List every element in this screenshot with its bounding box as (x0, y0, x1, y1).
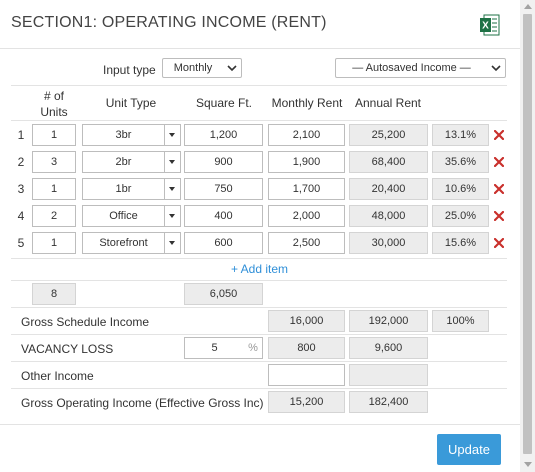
chevron-down-icon (491, 65, 501, 72)
input-type-label: Input type (103, 63, 156, 77)
divider (11, 334, 507, 335)
divider (11, 120, 507, 121)
col-annual-rent-header: Annual Rent (354, 96, 422, 110)
autosaved-income-value: — Autosaved Income — (352, 62, 471, 74)
add-item-link[interactable]: + Add item (231, 262, 288, 276)
chevron-down-icon (227, 65, 237, 72)
divider (11, 388, 507, 389)
vacancy-annual: 9,600 (349, 337, 428, 359)
delete-row-icon[interactable] (494, 184, 504, 194)
annual-rent-value: 20,400 (349, 178, 428, 200)
units-input[interactable]: 1 (32, 232, 76, 254)
footer-divider (0, 424, 520, 425)
other-income-label: Other Income (21, 369, 94, 383)
gross-schedule-pct: 100% (432, 310, 489, 332)
sqft-input[interactable]: 750 (184, 178, 263, 200)
rent-share-pct: 13.1% (432, 124, 489, 146)
update-button[interactable]: Update (437, 434, 501, 465)
divider (11, 280, 507, 281)
sqft-input[interactable]: 1,200 (184, 124, 263, 146)
monthly-rent-input[interactable]: 1,900 (268, 151, 345, 173)
delete-row-icon[interactable] (494, 238, 504, 248)
unit-type-dropdown-caret-icon[interactable] (165, 124, 181, 146)
section-title: SECTION1: OPERATING INCOME (RENT) (11, 14, 327, 31)
sqft-input[interactable]: 400 (184, 205, 263, 227)
col-sqft-header: Square Ft. (195, 96, 253, 110)
units-input[interactable]: 3 (32, 151, 76, 173)
svg-text:X: X (482, 21, 489, 32)
gross-schedule-monthly: 16,000 (268, 310, 345, 332)
annual-rent-value: 68,400 (349, 151, 428, 173)
autosaved-income-select[interactable]: — Autosaved Income — (335, 58, 506, 78)
col-unit-type-header: Unit Type (105, 96, 157, 110)
input-type-value: Monthly (173, 62, 213, 74)
col-units-header: # of Units (40, 89, 68, 119)
input-type-select[interactable]: Monthly (162, 58, 242, 78)
sqft-input[interactable]: 900 (184, 151, 263, 173)
vacancy-percent-unit: % (244, 337, 263, 359)
other-income-monthly-input[interactable] (268, 364, 345, 386)
vacancy-percent-input[interactable]: 5 (184, 337, 245, 359)
rent-share-pct: 10.6% (432, 178, 489, 200)
unit-type-dropdown-caret-icon[interactable] (165, 151, 181, 173)
col-monthly-rent-header: Monthly Rent (271, 96, 343, 110)
operating-income-panel: SECTION1: OPERATING INCOME (RENT) X Inpu… (0, 0, 520, 472)
row-number: 2 (17, 155, 25, 169)
sqft-input[interactable]: 600 (184, 232, 263, 254)
unit-type-dropdown-caret-icon[interactable] (165, 232, 181, 254)
units-input[interactable]: 1 (32, 178, 76, 200)
vacancy-monthly: 800 (268, 337, 345, 359)
units-input[interactable]: 2 (32, 205, 76, 227)
total-sqft: 6,050 (184, 283, 263, 305)
annual-rent-value: 25,200 (349, 124, 428, 146)
divider (11, 258, 507, 259)
total-units: 8 (32, 283, 76, 305)
rent-share-pct: 35.6% (432, 151, 489, 173)
delete-row-icon[interactable] (494, 211, 504, 221)
unit-type-input[interactable]: 1br (82, 178, 165, 200)
scrollbar-thumb[interactable] (523, 14, 532, 454)
gross-operating-annual: 182,400 (349, 391, 428, 413)
divider (11, 307, 507, 308)
row-number: 3 (17, 182, 25, 196)
row-number: 4 (17, 209, 25, 223)
annual-rent-value: 48,000 (349, 205, 428, 227)
monthly-rent-input[interactable]: 2,500 (268, 232, 345, 254)
scroll-down-arrow-icon[interactable] (524, 462, 532, 467)
unit-type-dropdown-caret-icon[interactable] (165, 205, 181, 227)
delete-row-icon[interactable] (494, 157, 504, 167)
section-header: SECTION1: OPERATING INCOME (RENT) X (0, 0, 520, 49)
other-income-annual (349, 364, 428, 386)
divider (11, 361, 507, 362)
unit-type-dropdown-caret-icon[interactable] (165, 178, 181, 200)
annual-rent-value: 30,000 (349, 232, 428, 254)
divider (11, 85, 507, 86)
unit-type-input[interactable]: 2br (82, 151, 165, 173)
unit-type-input[interactable]: Office (82, 205, 165, 227)
units-input[interactable]: 1 (32, 124, 76, 146)
unit-type-input[interactable]: 3br (82, 124, 165, 146)
rent-share-pct: 15.6% (432, 232, 489, 254)
monthly-rent-input[interactable]: 2,100 (268, 124, 345, 146)
delete-row-icon[interactable] (494, 130, 504, 140)
excel-export-icon[interactable]: X (480, 14, 500, 36)
unit-type-input[interactable]: Storefront (82, 232, 165, 254)
scroll-up-arrow-icon[interactable] (524, 4, 532, 9)
row-number: 5 (17, 236, 25, 250)
gross-schedule-label: Gross Schedule Income (21, 315, 150, 329)
vacancy-loss-label: VACANCY LOSS (21, 342, 114, 356)
gross-schedule-annual: 192,000 (349, 310, 428, 332)
monthly-rent-input[interactable]: 2,000 (268, 205, 345, 227)
row-number: 1 (17, 128, 25, 142)
monthly-rent-input[interactable]: 1,700 (268, 178, 345, 200)
gross-operating-label: Gross Operating Income (Effective Gross … (21, 396, 264, 410)
rent-share-pct: 25.0% (432, 205, 489, 227)
gross-operating-monthly: 15,200 (268, 391, 345, 413)
